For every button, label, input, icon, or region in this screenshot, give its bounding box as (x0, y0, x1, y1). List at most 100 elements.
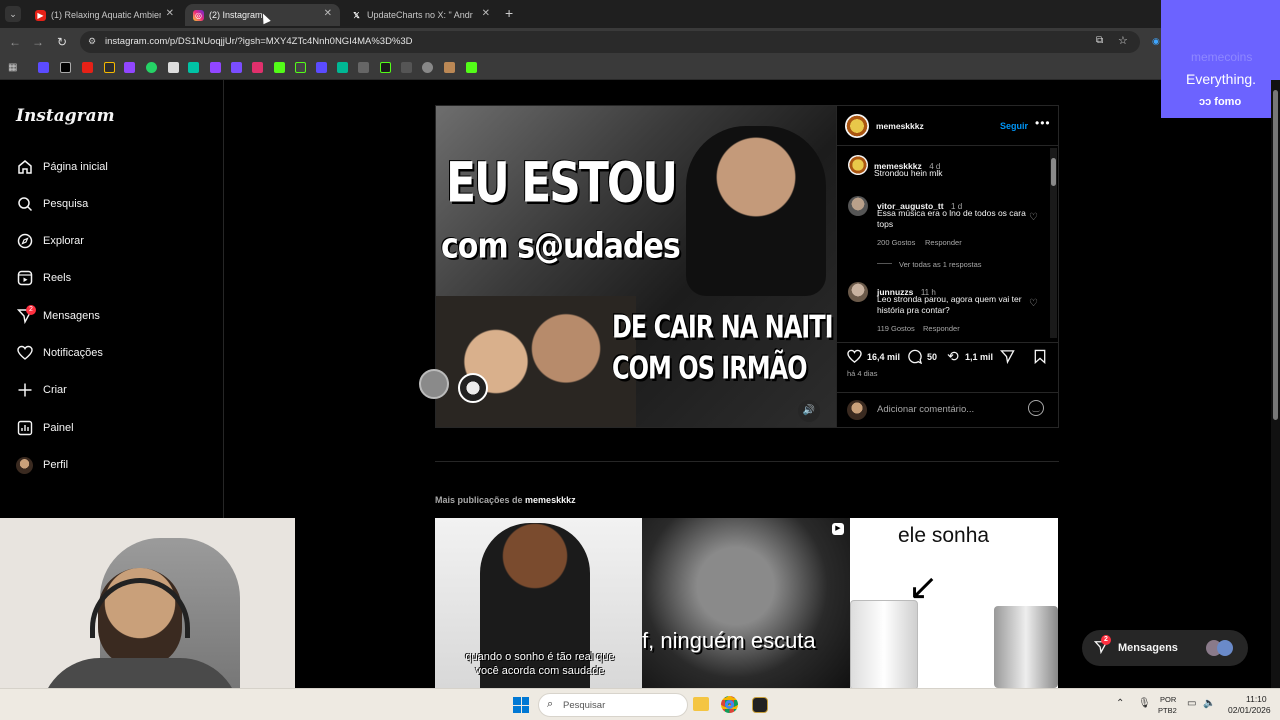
page-scrollbar[interactable] (1271, 80, 1280, 688)
taskbar-search[interactable]: ⌕ Pesquisar (538, 693, 688, 717)
site-info-icon[interactable]: ⚙ (88, 36, 96, 47)
bookmark-icon[interactable] (231, 62, 242, 73)
taskbar-app-icon[interactable] (752, 697, 768, 713)
bookmark-icon[interactable] (82, 62, 93, 73)
comments-list[interactable]: memeskkkz 4 d Strondou hein mlk vitor_au… (837, 148, 1049, 336)
back-icon[interactable]: ← (7, 34, 23, 50)
new-tab-button[interactable]: + (505, 5, 513, 21)
more-post-thumb[interactable]: quando o sonho é tão real que você acord… (435, 518, 642, 688)
fomo-ad-overlay[interactable]: memecoins Everything. ↄↄ fomo (1161, 0, 1280, 118)
install-app-icon[interactable]: ⧉ (1096, 35, 1103, 46)
follow-button[interactable]: Seguir (1000, 121, 1028, 131)
comment-reply-button[interactable]: Responder (923, 324, 960, 333)
close-icon[interactable]: ✕ (482, 8, 490, 19)
comment-avatar[interactable] (848, 282, 868, 302)
author-avatar[interactable] (845, 114, 869, 138)
bookmark-icon[interactable] (295, 62, 306, 73)
emoji-icon[interactable]: ‿ (1028, 400, 1044, 416)
bookmark-icon[interactable] (466, 62, 477, 73)
bookmark-icon[interactable] (274, 62, 285, 73)
comment-likes[interactable]: 200 Gostos (877, 238, 915, 247)
url-text[interactable]: instagram.com/p/DS1NUoqjjUr/?igsh=MXY4ZT… (105, 36, 413, 47)
post-video[interactable]: EU ESTOU com s@udades DE CAIR NA NAITI C… (436, 106, 836, 427)
nav-notifications[interactable]: Notificações (16, 341, 103, 365)
nav-explore[interactable]: Explorar (16, 229, 84, 253)
tab-x[interactable]: 𝕏 UpdateCharts no X: " Andr ✕ (343, 4, 498, 26)
reposts-count[interactable]: 1,1 mil (965, 352, 993, 362)
messages-pill[interactable]: 2 Mensagens (1082, 630, 1248, 666)
comment-icon[interactable] (907, 349, 923, 369)
close-icon[interactable]: ✕ (324, 8, 332, 19)
clock-date[interactable]: 02/01/2026 (1228, 705, 1271, 715)
nav-dashboard[interactable]: Painel (16, 416, 74, 440)
more-post-thumb[interactable]: ele sonha ↙ (850, 518, 1058, 688)
nav-create[interactable]: Criar (16, 378, 67, 402)
bookmark-icon[interactable] (146, 62, 157, 73)
comments-count[interactable]: 50 (927, 352, 937, 362)
comment-reply-button[interactable]: Responder (925, 238, 962, 247)
extension-icon[interactable]: ◉ (1152, 36, 1160, 47)
share-icon[interactable] (999, 349, 1015, 369)
bookmark-icon[interactable] (444, 62, 455, 73)
bookmark-icon[interactable] (168, 62, 179, 73)
likes-count[interactable]: 16,4 mil (867, 352, 900, 362)
comment-like-icon[interactable]: ♡ (1029, 298, 1038, 309)
bookmark-star-icon[interactable]: ☆ (1118, 34, 1128, 47)
bookmark-icon[interactable] (252, 62, 263, 73)
bookmark-icon[interactable] (38, 62, 49, 73)
scrollbar-thumb[interactable] (1273, 90, 1278, 420)
chrome-icon[interactable] (721, 696, 738, 713)
close-icon[interactable]: ✕ (166, 8, 174, 19)
network-icon[interactable]: ▭ (1187, 698, 1196, 709)
nav-label: Perfil (43, 459, 69, 471)
more-posts-user[interactable]: memeskkkz (525, 495, 576, 505)
bookmark-icon[interactable] (380, 62, 391, 73)
language-bottom[interactable]: PTB2 (1158, 706, 1177, 715)
save-icon[interactable] (1033, 349, 1047, 369)
language-top[interactable]: POR (1160, 695, 1176, 704)
comment-like-icon[interactable]: ♡ (1029, 212, 1038, 223)
file-explorer-icon[interactable] (693, 697, 709, 711)
bookmark-icon[interactable] (337, 62, 348, 73)
nav-messages[interactable]: 2 Mensagens (16, 304, 100, 328)
reload-icon[interactable]: ↻ (54, 34, 70, 50)
bookmark-icon[interactable] (60, 62, 71, 73)
view-replies-button[interactable]: Ver todas as 1 respostas (899, 260, 982, 269)
tray-chevron-icon[interactable]: ⌃ (1116, 698, 1124, 709)
bookmark-icon[interactable] (401, 62, 412, 73)
comment-likes[interactable]: 119 Gostos (877, 324, 915, 333)
like-icon[interactable] (847, 349, 862, 369)
instagram-logo[interactable]: Instagram (16, 106, 115, 126)
volume-tray-icon[interactable]: 🔈 (1203, 698, 1215, 709)
author-name[interactable]: memeskkkz (876, 121, 924, 131)
bookmark-icon[interactable] (422, 62, 433, 73)
comment-avatar[interactable] (848, 196, 868, 216)
microphone-icon[interactable]: 🎙 (1138, 698, 1151, 709)
bookmark-icon[interactable] (124, 62, 135, 73)
add-comment-input[interactable]: Adicionar comentário... (877, 404, 974, 415)
more-options-icon[interactable]: ••• (1035, 116, 1051, 130)
windows-start-icon[interactable] (513, 697, 529, 713)
more-post-thumb[interactable]: ▶ f, ninguém escuta (642, 518, 850, 688)
volume-icon[interactable]: 🔊 (798, 400, 820, 422)
nav-profile[interactable]: Perfil (16, 453, 68, 477)
bookmark-icon[interactable] (210, 62, 221, 73)
bookmark-icon[interactable] (316, 62, 327, 73)
scrollbar-thumb[interactable] (1051, 158, 1056, 186)
video-crowd-figure (436, 296, 636, 427)
tab-search-dropdown-icon[interactable]: ⌄ (5, 6, 21, 22)
bookmark-icon[interactable] (188, 62, 199, 73)
bookmark-icon[interactable] (358, 62, 369, 73)
caption-avatar[interactable] (848, 155, 868, 175)
nav-search[interactable]: Pesquisa (16, 192, 88, 216)
forward-icon[interactable]: → (30, 34, 46, 50)
url-bar[interactable]: ⚙ instagram.com/p/DS1NUoqjjUr/?igsh=MXY4… (80, 31, 1140, 53)
tab-youtube[interactable]: ▶ (1) Relaxing Aquatic Ambience ✕ (27, 4, 182, 26)
apps-grid-icon[interactable]: ▦ (8, 62, 19, 73)
comments-scrollbar[interactable] (1050, 148, 1057, 338)
bookmark-icon[interactable] (104, 62, 115, 73)
nav-home[interactable]: Página inicial (16, 155, 108, 179)
clock-time[interactable]: 11:10 (1246, 694, 1267, 704)
repost-icon[interactable]: ⟲ (947, 348, 959, 365)
nav-reels[interactable]: Reels (16, 266, 71, 290)
